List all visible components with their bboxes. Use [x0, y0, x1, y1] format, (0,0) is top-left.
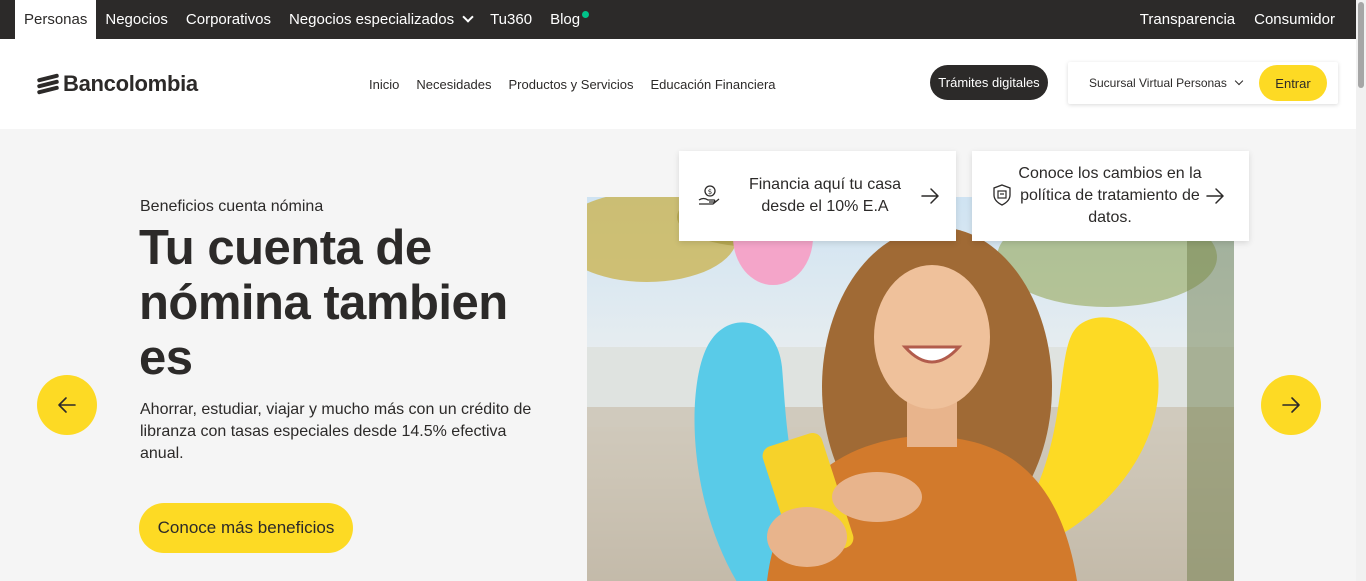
main-nav: Inicio Necesidades Productos y Servicios… [369, 39, 776, 129]
svg-text:$: $ [708, 188, 712, 196]
hero-description: Ahorrar, estudiar, viajar y mucho más co… [140, 401, 532, 462]
nav-necesidades[interactable]: Necesidades [416, 77, 491, 92]
arrow-left-icon [58, 397, 76, 413]
utility-nav: Transparencia Consumidor [1140, 0, 1335, 39]
segment-tab-negocios-especializados[interactable]: Negocios especializados [280, 0, 481, 39]
sucursal-select[interactable]: Sucursal Virtual Personas [1089, 62, 1244, 104]
arrow-right-icon [921, 188, 939, 204]
financia-casa-card[interactable]: $ Financia aquí tu casa desde el 10% E.A [679, 151, 956, 241]
page-scrollbar[interactable] [1356, 0, 1366, 581]
logo-mark-icon [36, 73, 60, 95]
new-indicator-dot [582, 11, 590, 18]
entrar-button[interactable]: Entrar [1259, 65, 1327, 101]
consumidor-link[interactable]: Consumidor [1254, 11, 1335, 28]
scrollbar-thumb[interactable] [1358, 2, 1364, 88]
hero-photo [587, 197, 1234, 581]
chevron-down-icon [462, 11, 474, 23]
tramites-digitales-button[interactable]: Trámites digitales [930, 65, 1048, 100]
politica-datos-card[interactable]: Conoce los cambios en la política de tra… [972, 151, 1249, 241]
transparencia-link[interactable]: Transparencia [1140, 11, 1235, 28]
arrow-right-icon [1206, 188, 1224, 204]
bancolombia-logo[interactable]: Bancolombia [36, 71, 198, 97]
segment-nav: Personas Negocios Corporativos Negocios … [15, 0, 590, 39]
login-box: Sucursal Virtual Personas Entrar [1068, 62, 1338, 104]
nav-inicio[interactable]: Inicio [369, 77, 399, 92]
hero-banner: Beneficios cuenta nómina Tu cuenta de nó… [0, 129, 1356, 581]
segment-tab-tu360[interactable]: Tu360 [481, 0, 541, 39]
nav-productos-servicios[interactable]: Productos y Servicios [509, 77, 634, 92]
woman-with-phone-illustration [587, 197, 1234, 581]
arrow-right-icon [1282, 397, 1300, 413]
hero-headline: Tu cuenta de nómina tambien es [139, 221, 508, 385]
segment-tab-personas[interactable]: Personas [15, 0, 97, 39]
segment-tab-blog[interactable]: Blog [541, 0, 590, 39]
chevron-down-icon [1234, 76, 1244, 86]
carousel-prev-button[interactable] [37, 375, 97, 435]
top-bar: Personas Negocios Corporativos Negocios … [0, 0, 1356, 39]
nav-educacion-financiera[interactable]: Educación Financiera [651, 77, 776, 92]
main-header: Bancolombia Inicio Necesidades Productos… [0, 39, 1356, 129]
segment-tab-corporativos[interactable]: Corporativos [177, 0, 280, 39]
hero-eyebrow: Beneficios cuenta nómina [140, 198, 324, 215]
data-shield-icon [993, 184, 1011, 206]
conoce-mas-beneficios-button[interactable]: Conoce más beneficios [139, 503, 353, 553]
hand-money-icon: $ [698, 185, 720, 205]
segment-tab-negocios[interactable]: Negocios [96, 0, 177, 39]
carousel-next-button[interactable] [1261, 375, 1321, 435]
